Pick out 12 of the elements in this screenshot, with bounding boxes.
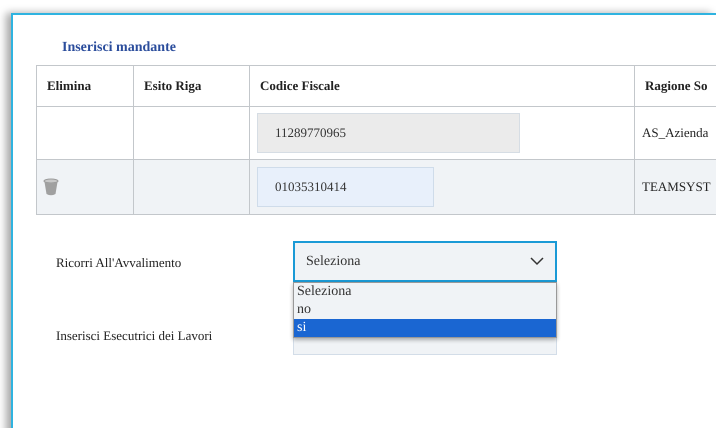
field-label: Ricorri All'Avvalimento	[55, 254, 182, 272]
section-title: Inserisci mandante	[62, 39, 177, 57]
field-label: Inserisci Esecutrici dei Lavori	[55, 327, 214, 345]
dropdown-option[interactable]: no	[294, 301, 556, 319]
fiscal-code-field[interactable]: 01035310414	[257, 167, 434, 207]
dropdown-option[interactable]: Seleziona	[294, 283, 556, 301]
trash-icon[interactable]	[43, 178, 59, 196]
table-cell-text: TEAMSYST	[642, 178, 711, 196]
table-cell-text: AS_Azienda	[642, 124, 708, 142]
dropdown-field[interactable]: Seleziona	[293, 241, 557, 282]
dropdown-option[interactable]: si	[294, 319, 556, 337]
chevron-down-icon	[530, 257, 544, 266]
